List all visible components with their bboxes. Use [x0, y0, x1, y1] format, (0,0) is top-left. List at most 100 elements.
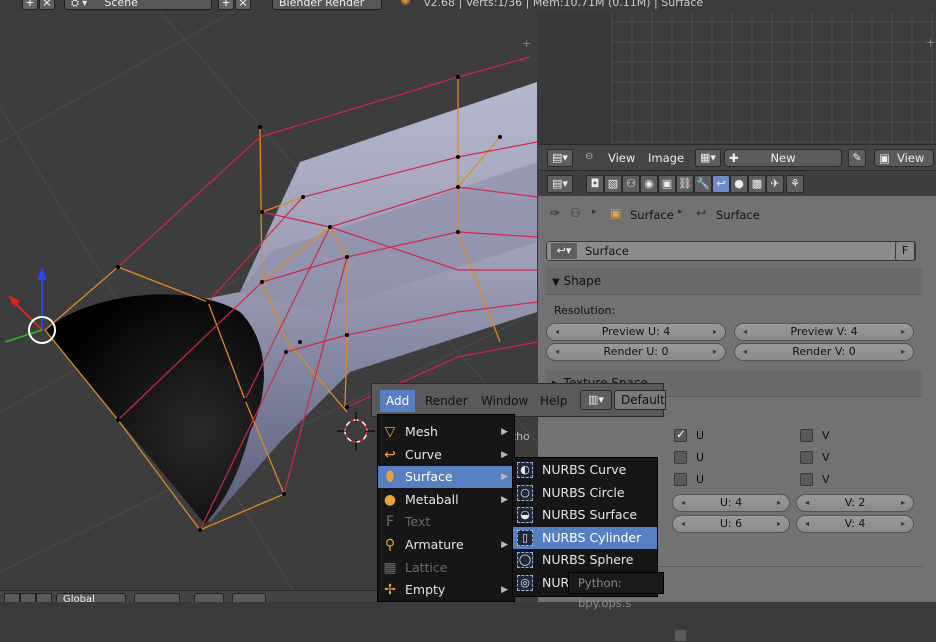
collapse-menu-icon[interactable]: ⊖	[585, 151, 593, 162]
delete-scene-button[interactable]: ×	[235, 0, 251, 10]
add-menu-item-label: Mesh	[405, 424, 438, 439]
area-split-handle[interactable]: +	[522, 37, 531, 50]
scene-selector[interactable]: ⛭ ▾ Scene	[64, 0, 212, 10]
surface-submenu-item-nurbs-circle[interactable]: ○ NURBS Circle	[513, 482, 657, 504]
add-menu-item-label: Curve	[405, 446, 442, 462]
world-tab-icon[interactable]: ◉	[640, 175, 658, 193]
render-engine-dropdown[interactable]: Blender Render	[272, 0, 382, 10]
editor-type-icon[interactable]: ▤▾	[547, 149, 573, 167]
properties-editor-type-icon[interactable]: ▤▾	[547, 175, 573, 193]
image-browse-icon[interactable]: ▦▾	[695, 149, 721, 167]
render-v-field[interactable]: ◂ Render V: 0 ▸	[734, 343, 914, 361]
add-scene-button[interactable]: +	[218, 0, 234, 10]
preview-u-field[interactable]: ◂ Preview U: 4 ▸	[546, 323, 726, 341]
physics-tab-icon[interactable]: ✈	[766, 175, 784, 193]
3d-cursor[interactable]	[337, 412, 375, 450]
order-v-field[interactable]: ◂ V: 2 ▸	[796, 494, 914, 512]
constraints-tab-icon[interactable]: ⛓	[676, 175, 694, 193]
order-u-field[interactable]: ◂ U: 4 ▸	[672, 494, 790, 512]
bezier-u-label: U	[696, 451, 705, 464]
datablock-selector[interactable]: ↩▾ Surface	[546, 241, 916, 261]
plus-icon: ✚	[729, 151, 739, 165]
menu-view[interactable]: View	[608, 151, 635, 165]
orientation-dropdown[interactable]: Global	[56, 593, 126, 602]
properties-header: ▤▾ ◘ ▧ ⚇ ◉ ▣ ⛓ 🔧 ↩ ● ▩ ✈ ⚘	[538, 170, 936, 197]
uv-image-editor[interactable]: +	[538, 12, 936, 144]
object-tab-icon[interactable]: ▣	[658, 175, 676, 193]
scene-context-icon: ⚇	[570, 206, 581, 220]
add-menu-item-surface[interactable]: ⬮ Surface ▶	[378, 466, 514, 489]
lattice-icon: ▦	[383, 559, 397, 576]
add-menu-item-label: Metaball	[405, 491, 459, 507]
submenu-arrow-icon: ▶	[501, 585, 508, 596]
surface-submenu-item-nurbs-curve[interactable]: ◐ NURBS Curve	[513, 459, 657, 481]
resolution-u-field[interactable]: ◂ U: 6 ▸	[672, 515, 790, 533]
shape-panel-header[interactable]: ▼ Shape	[546, 268, 922, 295]
edge-select-icon[interactable]	[36, 593, 52, 602]
bezier-u-checkbox[interactable]	[674, 451, 687, 464]
vertex-select-icon[interactable]	[20, 593, 36, 602]
datablock-browse-icon[interactable]: ↩▾	[551, 243, 577, 259]
screen-layout-field[interactable]: Default	[614, 390, 666, 410]
cyclic-v-label: V	[822, 429, 830, 442]
modifiers-tab-icon[interactable]: 🔧	[694, 175, 712, 193]
cyclic-u-checkbox[interactable]	[674, 629, 687, 642]
surface-submenu-item-nurbs-sphere[interactable]: ◯ NURBS Sphere	[513, 549, 657, 571]
add-menu-item-label: Surface	[405, 469, 453, 485]
surface-submenu-item-label: NURBS Cylinder	[542, 529, 642, 545]
add-screen-button[interactable]: +	[22, 0, 38, 10]
armature-icon: ⚲	[384, 537, 396, 553]
proportional-edit-dropdown[interactable]	[194, 593, 224, 602]
pin-icon[interactable]: ✑	[550, 206, 560, 220]
fake-user-button[interactable]: F	[895, 241, 915, 261]
menu-window[interactable]: Window	[475, 390, 534, 412]
resolution-v-field[interactable]: ◂ V: 4 ▸	[796, 515, 914, 533]
pin-icon[interactable]: ✎	[848, 149, 866, 167]
surface-submenu-item-label: NURBS Sphere	[542, 552, 634, 568]
surface-submenu-item-nurbs-surface[interactable]: ◒ NURBS Surface	[513, 504, 657, 526]
add-menu-item-mesh[interactable]: ▽ Mesh ▶	[378, 421, 514, 443]
add-menu-item-armature[interactable]: ⚲ Armature ▶	[378, 534, 514, 556]
bezier-v-checkbox[interactable]	[800, 451, 813, 464]
render-layers-tab-icon[interactable]: ▧	[604, 175, 622, 193]
add-menu-item-empty[interactable]: ✢ Empty ▶	[378, 579, 514, 601]
datablock-name-field[interactable]: Surface	[585, 244, 629, 258]
menu-help[interactable]: Help	[534, 390, 573, 412]
preview-v-field[interactable]: ◂ Preview V: 4 ▸	[734, 323, 914, 341]
endpoint-u-checkbox[interactable]	[674, 473, 687, 486]
pivot-dropdown[interactable]	[134, 593, 180, 602]
view-mode-dropdown[interactable]: ▣ View	[874, 149, 934, 167]
texture-tab-icon[interactable]: ▩	[748, 175, 766, 193]
new-image-button[interactable]: ✚ New	[724, 149, 842, 167]
endpoint-v-checkbox[interactable]	[800, 473, 813, 486]
scene-tab-icon[interactable]: ⚇	[622, 175, 640, 193]
render-u-field[interactable]: ◂ Render U: 0 ▸	[546, 343, 726, 361]
text-icon: F	[385, 514, 395, 531]
data-tab-icon[interactable]: ↩	[712, 175, 730, 193]
screen-layout-icon[interactable]: ▥▾	[580, 390, 612, 410]
menu-image[interactable]: Image	[648, 151, 684, 165]
breadcrumb-data: Surface	[716, 208, 760, 222]
info-header: + × ⛭ ▾ Scene + × Blender Render ✺ v2.68…	[0, 0, 936, 12]
surface-submenu-item-nurbs-cylinder[interactable]: ▯ NURBS Cylinder	[513, 526, 657, 549]
mode-icon[interactable]	[4, 593, 20, 602]
cyclic-v-checkbox[interactable]	[800, 429, 813, 442]
delete-screen-button[interactable]: ×	[39, 0, 55, 10]
add-menu-item-label: Lattice	[405, 559, 448, 575]
scene-icon: ⛭ ▾	[71, 0, 91, 9]
chevron-right-icon: ▸	[678, 207, 683, 217]
render-tab-icon[interactable]: ◘	[586, 175, 604, 193]
area-split-handle-corner[interactable]: +	[926, 36, 935, 49]
render-preview-buttons[interactable]	[232, 593, 266, 602]
add-menu-item-curve[interactable]: ↩ Curve ▶	[378, 444, 514, 466]
menu-add[interactable]: Add	[380, 390, 416, 412]
surface-icon: ⬮	[385, 469, 395, 486]
particles-tab-icon[interactable]: ⚘	[786, 175, 804, 193]
menu-render[interactable]: Render	[419, 390, 474, 412]
view-mode-icon: ▣	[879, 151, 890, 165]
material-tab-icon[interactable]: ●	[730, 175, 748, 193]
add-menu-item-metaball[interactable]: ● Metaball ▶	[378, 489, 514, 511]
cyclic-u-checkbox[interactable]: ✓	[674, 427, 687, 442]
submenu-arrow-icon: ▶	[501, 427, 508, 437]
nurbs-circle-icon: ○	[517, 484, 533, 501]
